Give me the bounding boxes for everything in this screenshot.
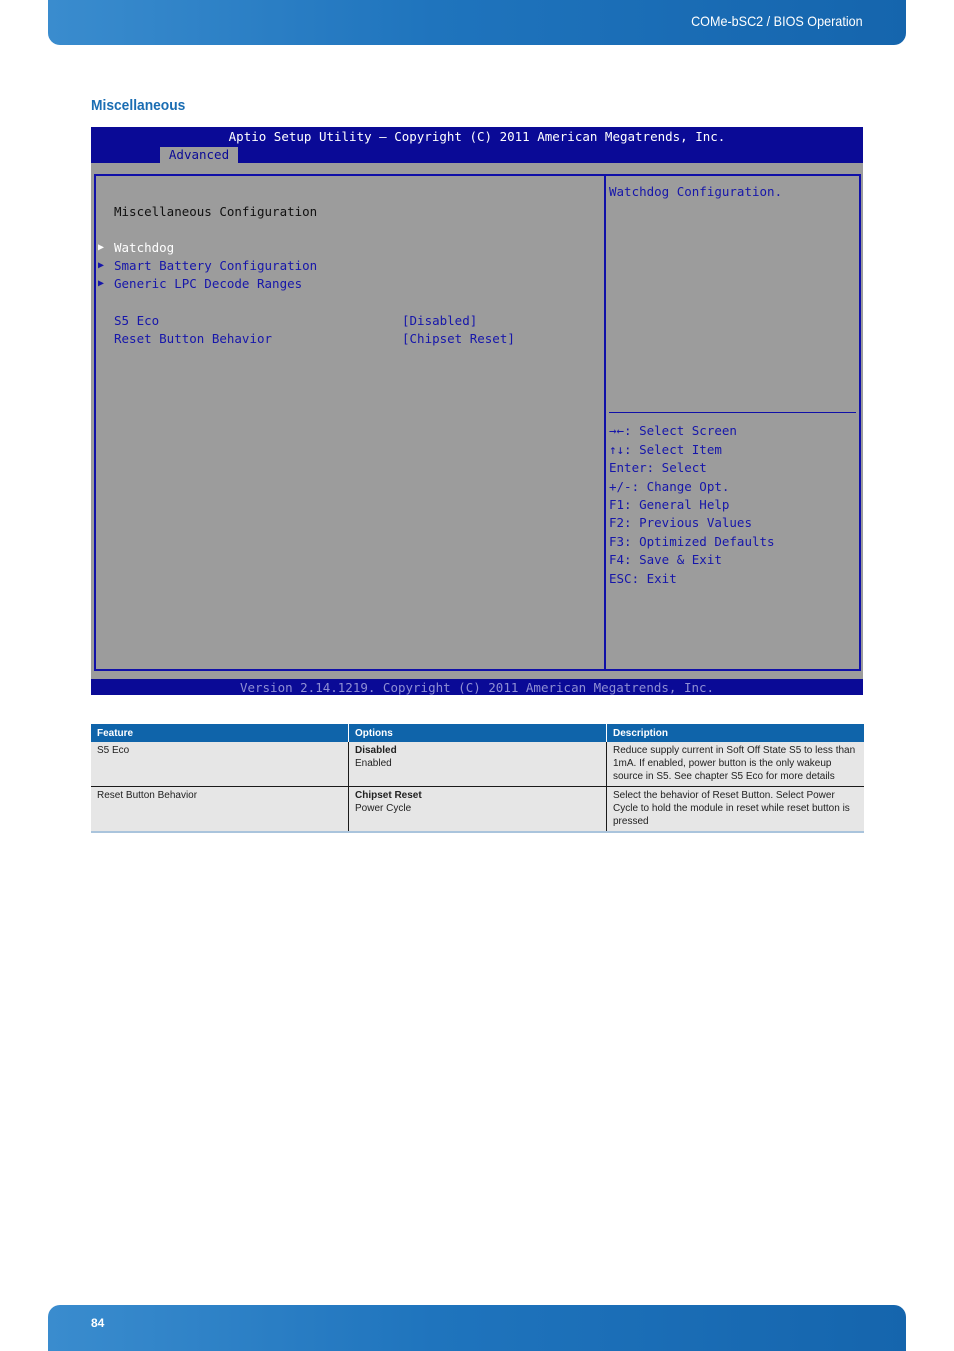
setting-s5-eco-label[interactable]: S5 Eco	[114, 313, 159, 328]
page-header: COMe-bSC2 / BIOS Operation	[48, 0, 906, 45]
setting-reset-button-value[interactable]: [Chipset Reset]	[402, 331, 515, 346]
bios-heading: Miscellaneous Configuration	[114, 204, 318, 219]
options-cell: Chipset Reset Power Cycle	[348, 786, 607, 833]
submenu-arrow-icon: ▶	[98, 242, 105, 253]
section-title: Miscellaneous	[91, 97, 186, 114]
bios-help-panel: Watchdog Configuration. →←: Select Scree…	[604, 174, 861, 671]
tab-advanced[interactable]: Advanced	[160, 147, 238, 163]
submenu-arrow-icon: ▶	[98, 260, 105, 271]
setting-reset-button-label[interactable]: Reset Button Behavior	[114, 331, 272, 346]
bios-title-bar: Aptio Setup Utility – Copyright (C) 2011…	[91, 127, 863, 163]
description-cell: Select the behavior of Reset Button. Sel…	[606, 786, 864, 833]
key-hint-enter: Enter: Select	[609, 460, 707, 475]
table-row: Reset Button Behavior Chipset Reset Powe…	[91, 786, 864, 833]
help-divider	[609, 412, 856, 413]
feature-cell: S5 Eco	[91, 742, 349, 787]
submenu-generic-lpc[interactable]: Generic LPC Decode Ranges	[114, 276, 302, 291]
header-description: Description	[606, 724, 864, 742]
other-option: Enabled	[355, 758, 392, 769]
description-cell: Reduce supply current in Soft Off State …	[606, 742, 864, 787]
table-header-row: Feature Options Description	[91, 724, 864, 742]
key-hint-f2: F2: Previous Values	[609, 515, 752, 530]
feature-table: Feature Options Description S5 Eco Disab…	[91, 724, 864, 833]
key-hint-esc: ESC: Exit	[609, 571, 677, 586]
feature-cell: Reset Button Behavior	[91, 786, 349, 833]
submenu-watchdog[interactable]: Watchdog	[114, 240, 174, 255]
key-hint-f4: F4: Save & Exit	[609, 552, 722, 567]
bios-screenshot: Aptio Setup Utility – Copyright (C) 2011…	[91, 127, 863, 695]
bios-title: Aptio Setup Utility – Copyright (C) 2011…	[228, 129, 726, 144]
other-option: Power Cycle	[355, 803, 412, 814]
page-number: 84	[91, 1316, 105, 1330]
bios-main-panel: Miscellaneous Configuration ▶ Watchdog ▶…	[94, 174, 604, 671]
page-footer: 84	[48, 1305, 906, 1351]
setting-s5-eco-value[interactable]: [Disabled]	[402, 313, 477, 328]
bios-version-bar: Version 2.14.1219. Copyright (C) 2011 Am…	[91, 679, 863, 695]
header-feature: Feature	[91, 724, 349, 742]
submenu-smart-battery[interactable]: Smart Battery Configuration	[114, 258, 317, 273]
key-hint-f3: F3: Optimized Defaults	[609, 534, 775, 549]
key-hint-change-opt: +/-: Change Opt.	[609, 479, 730, 494]
key-hint-select-screen: →←: Select Screen	[609, 423, 737, 438]
key-hint-f1: F1: General Help	[609, 497, 730, 512]
default-option: Disabled	[355, 745, 397, 756]
help-text: Watchdog Configuration.	[609, 184, 783, 199]
default-option: Chipset Reset	[355, 790, 422, 801]
table-row: S5 Eco Disabled Enabled Reduce supply cu…	[91, 742, 864, 787]
key-hint-select-item: ↑↓: Select Item	[609, 442, 722, 457]
bios-version: Version 2.14.1219. Copyright (C) 2011 Am…	[239, 680, 715, 695]
options-cell: Disabled Enabled	[348, 742, 607, 787]
header-options: Options	[348, 724, 607, 742]
submenu-arrow-icon: ▶	[98, 278, 105, 289]
header-title: COMe-bSC2 / BIOS Operation	[691, 13, 863, 29]
